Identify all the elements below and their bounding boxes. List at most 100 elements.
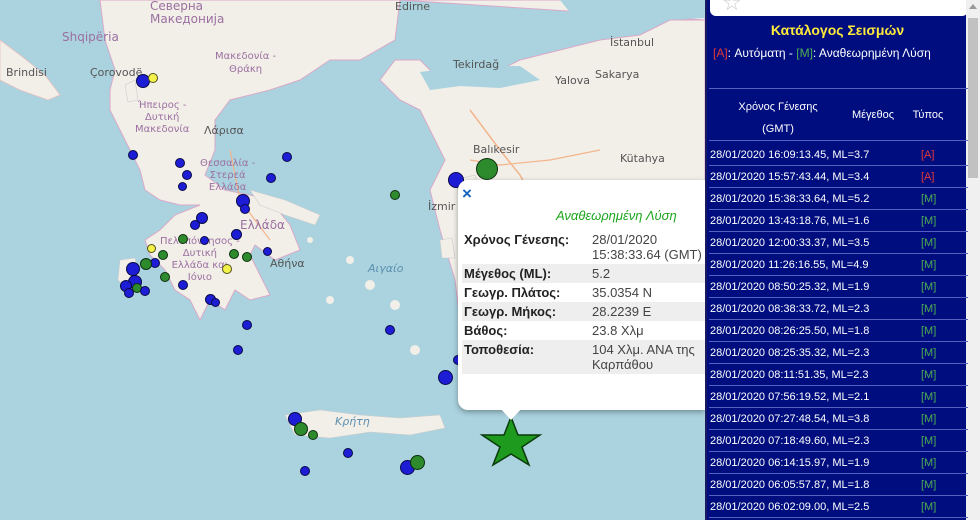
quake-marker[interactable]	[343, 448, 353, 458]
quake-list-item-text: 28/01/2020 11:26:16.55, ML=4.9	[710, 259, 869, 271]
quake-marker[interactable]	[126, 262, 140, 276]
quake-list-item[interactable]: 28/01/2020 07:56:19.52, ML=2.1 [M]	[709, 386, 968, 408]
quake-marker[interactable]	[390, 190, 400, 200]
scrollbar[interactable]	[966, 0, 980, 520]
label-peloponnisos: Πελοπόννησος - Δυτική Ελλάδα και Ιόνιο	[160, 236, 240, 283]
quake-list-item-text: 28/01/2020 15:57:43.44, ML=3.4	[710, 171, 870, 183]
legend-automatic-tag: [A]	[713, 46, 728, 60]
popup-field-label: Βάθος:	[464, 323, 508, 338]
panel-legend: [A]: Αυτόματη - [M]: Αναθεωρημένη Λύση	[713, 46, 931, 60]
quake-list-item[interactable]: 28/01/2020 13:43:18.76, ML=1.6 [M]	[709, 210, 968, 232]
divider	[709, 88, 968, 89]
quake-list-item[interactable]: 28/01/2020 06:02:09.00, ML=2.5 [M]	[709, 496, 968, 518]
quake-marker[interactable]	[308, 430, 318, 440]
quake-list-item-text: 28/01/2020 07:18:49.60, ML=2.3	[710, 435, 870, 447]
popup-field-label: Γεωγρ. Πλάτος:	[464, 285, 561, 300]
quake-list-item-type: [M]	[921, 215, 937, 227]
quake-marker[interactable]	[158, 250, 168, 260]
quake-marker[interactable]	[266, 173, 276, 183]
quake-marker[interactable]	[148, 73, 158, 83]
quake-marker[interactable]	[124, 288, 134, 298]
quake-list-item[interactable]: 28/01/2020 08:38:33.72, ML=2.3 [M]	[709, 298, 968, 320]
label-istanbul: İstanbul	[610, 36, 655, 49]
quake-list-item[interactable]: 28/01/2020 07:27:48.54, ML=3.8 [M]	[709, 408, 968, 430]
label-larisa: Λάρισα	[204, 124, 244, 137]
quake-list-item-type: [M]	[921, 435, 937, 447]
quake-marker[interactable]	[263, 247, 272, 256]
quake-marker[interactable]	[385, 325, 395, 335]
quake-list-item[interactable]: 28/01/2020 12:00:33.37, ML=3.5 [M]	[709, 232, 968, 254]
scroll-up-icon[interactable]	[969, 4, 977, 9]
quake-list-item[interactable]: 28/01/2020 16:09:13.45, ML=3.7 [A]	[709, 144, 968, 166]
quake-list-item-type: [M]	[921, 457, 937, 469]
quake-list-item-type: [M]	[921, 193, 937, 205]
label-shqiperia: Shqipëria	[62, 30, 119, 44]
divider	[709, 140, 968, 141]
quake-marker[interactable]	[175, 158, 185, 168]
quake-marker[interactable]	[438, 370, 453, 385]
quake-list-item-text: 28/01/2020 07:56:19.52, ML=2.1	[710, 391, 870, 403]
quake-list-item[interactable]: 28/01/2020 11:26:16.55, ML=4.9 [M]	[709, 254, 968, 276]
label-aigaio: Αιγαίο	[368, 262, 404, 275]
popup-row: Γεωγρ. Μήκος: 28.2239 E	[462, 302, 705, 321]
quake-list-item-type: [M]	[921, 479, 937, 491]
scrollbar-thumb[interactable]	[968, 18, 978, 178]
quake-marker[interactable]	[200, 236, 209, 245]
quake-marker[interactable]	[140, 286, 150, 296]
popup-field-label: Χρόνος Γένεσης:	[464, 232, 570, 247]
quake-marker[interactable]	[282, 152, 292, 162]
quake-marker[interactable]	[476, 158, 498, 180]
label-sakarya: Sakarya	[595, 68, 640, 81]
quake-marker[interactable]	[182, 170, 192, 180]
quake-list-item[interactable]: 28/01/2020 08:11:51.35, ML=2.3 [M]	[709, 364, 968, 386]
quake-list-item[interactable]: 28/01/2020 08:50:25.32, ML=1.9 [M]	[709, 276, 968, 298]
quake-list-item[interactable]: 28/01/2020 08:26:25.50, ML=1.8 [M]	[709, 320, 968, 342]
popup-row: Βάθος: 23.8 Χλμ	[462, 321, 705, 340]
label-izmir: İzmir	[428, 200, 456, 213]
quake-marker[interactable]	[240, 204, 250, 214]
quake-list-item-type: [M]	[921, 325, 937, 337]
quake-marker[interactable]	[229, 249, 239, 259]
quake-marker[interactable]	[178, 182, 187, 191]
label-tekirdag: Tekirdağ	[453, 58, 500, 71]
quake-list-item[interactable]: 28/01/2020 15:38:33.64, ML=5.2 [M]	[709, 188, 968, 210]
selected-quake-star-icon[interactable]	[478, 415, 544, 467]
quake-marker[interactable]	[147, 244, 156, 253]
panel-title: Κατάλογος Σεισμών	[770, 22, 905, 38]
quake-list-item-type: [M]	[921, 391, 937, 403]
popup-field-value: 28/01/2020 15:38:33.64 (GMT)	[592, 232, 702, 262]
popup-field-value: 28.2239 E	[590, 302, 705, 321]
quake-list-item-type: [M]	[921, 347, 937, 359]
quake-marker[interactable]	[128, 150, 138, 160]
quake-list-item[interactable]: 28/01/2020 06:05:57.87, ML=1.8 [M]	[709, 474, 968, 496]
quake-marker[interactable]	[294, 422, 308, 436]
popup-row: Τοποθεσία: 104 Χλμ. ΑΝΑ της Καρπάθου	[462, 340, 705, 374]
quake-marker[interactable]	[178, 280, 188, 290]
quake-list-item-text: 28/01/2020 08:50:25.32, ML=1.9	[710, 281, 870, 293]
quake-marker[interactable]	[242, 320, 252, 330]
label-kutahya: Kütahya	[620, 152, 665, 165]
quake-list-item-type: [A]	[921, 171, 935, 183]
quake-marker[interactable]	[140, 258, 152, 270]
quake-marker[interactable]	[178, 234, 188, 244]
quake-marker[interactable]	[242, 252, 252, 262]
quake-marker[interactable]	[410, 455, 425, 470]
quake-list-item[interactable]: 28/01/2020 08:25:35.32, ML=2.3 [M]	[709, 342, 968, 364]
label-ellada: Ελλάδα	[240, 218, 285, 232]
quake-list-item[interactable]: 28/01/2020 15:57:43.44, ML=3.4 [A]	[709, 166, 968, 188]
quake-marker[interactable]	[231, 229, 242, 240]
quake-marker[interactable]	[190, 220, 200, 230]
quake-marker[interactable]	[222, 264, 232, 274]
seismic-map[interactable]: Северна Македонија Shqipëria Brindisi Ço…	[0, 0, 705, 520]
quake-marker[interactable]	[160, 272, 170, 282]
quake-marker[interactable]	[233, 345, 243, 355]
popup-row: Μέγεθος (ML): 5.2	[462, 264, 705, 283]
quake-list-item[interactable]: 28/01/2020 06:14:15.97, ML=1.9 [M]	[709, 452, 968, 474]
quake-marker[interactable]	[300, 466, 310, 476]
popup-field-label: Μέγεθος (ML):	[462, 264, 590, 283]
quake-marker[interactable]	[211, 298, 220, 307]
quake-list-item[interactable]: 28/01/2020 07:18:49.60, ML=2.3 [M]	[709, 430, 968, 452]
close-icon[interactable]: ×	[462, 184, 472, 204]
label-corovode: Çorovodë	[90, 66, 143, 79]
col-header-type: Τύπος	[912, 109, 944, 121]
